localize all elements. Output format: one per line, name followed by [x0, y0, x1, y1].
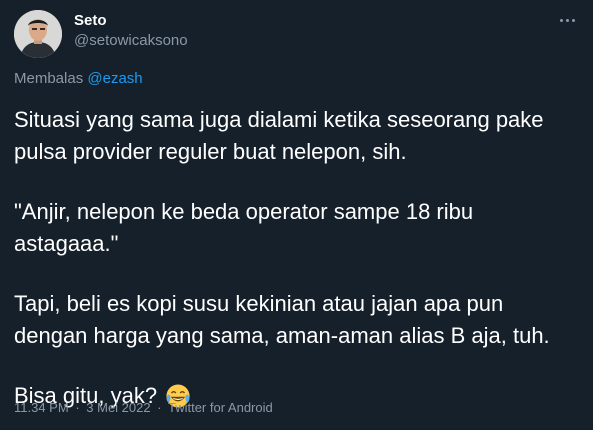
meta-separator: · [75, 400, 80, 415]
meta-separator: · [157, 400, 162, 415]
author-display-name[interactable]: Seto [74, 12, 107, 30]
replying-to-label: Membalas [14, 70, 84, 87]
tweet-text: Situasi yang sama juga dialami ketika se… [14, 104, 579, 412]
avatar-photo-icon [14, 10, 62, 58]
tweet-date[interactable]: 3 Mei 2022 [86, 400, 150, 415]
more-options-button[interactable] [555, 10, 579, 30]
tweet-time[interactable]: 11.34 PM [14, 400, 69, 415]
tweet-source: Twitter for Android [167, 400, 273, 415]
reply-mention-link[interactable]: @ezash [87, 70, 142, 87]
tweet-metadata: 11.34 PM · 3 Mei 2022 · Twitter for Andr… [14, 400, 273, 416]
tweet-card: Seto @setowicaksono Membalas @ezash Situ… [0, 0, 593, 430]
tweet-paragraph: Tapi, beli es kopi susu kekinian atau ja… [14, 291, 550, 348]
tweet-paragraph: "Anjir, nelepon ke beda operator sampe 1… [14, 199, 474, 256]
more-options-icon [559, 18, 563, 22]
replying-to: Membalas @ezash [14, 70, 143, 88]
avatar[interactable] [14, 10, 62, 58]
tweet-paragraph: Situasi yang sama juga dialami ketika se… [14, 107, 544, 164]
more-options-icon-dot [571, 18, 575, 22]
more-options-icon-dot [565, 18, 569, 22]
author-handle[interactable]: @setowicaksono [74, 32, 188, 50]
